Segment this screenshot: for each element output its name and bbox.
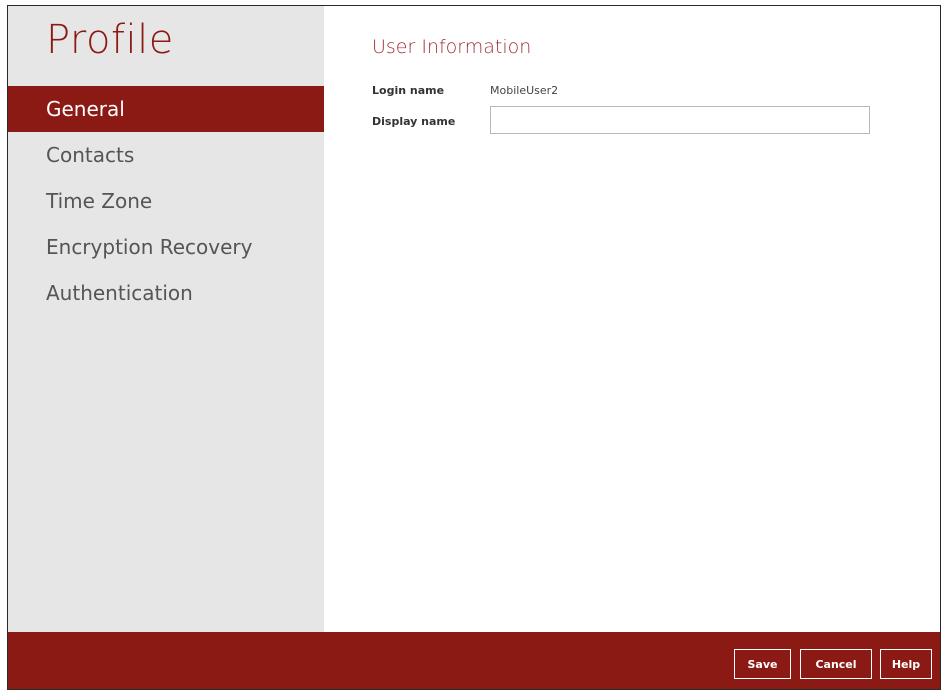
sidebar-item-authentication[interactable]: Authentication [8, 270, 324, 316]
section-title: User Information [372, 36, 532, 58]
sidebar: Profile General Contacts Time Zone Encry… [8, 6, 324, 633]
login-name-value: MobileUser2 [490, 84, 559, 97]
main-panel: User Information Login name MobileUser2 … [324, 6, 940, 633]
sidebar-item-time-zone[interactable]: Time Zone [8, 178, 324, 224]
login-name-label: Login name [372, 84, 445, 97]
footer-bar: Save Cancel Help [8, 632, 940, 689]
save-button[interactable]: Save [734, 649, 791, 679]
display-name-label: Display name [372, 115, 456, 128]
sidebar-title: Profile [46, 17, 174, 63]
sidebar-item-encryption-recovery[interactable]: Encryption Recovery [8, 224, 324, 270]
sidebar-item-contacts[interactable]: Contacts [8, 132, 324, 178]
cancel-button[interactable]: Cancel [800, 649, 872, 679]
help-button[interactable]: Help [880, 649, 932, 679]
display-name-input[interactable] [490, 106, 870, 134]
sidebar-nav: General Contacts Time Zone Encryption Re… [8, 86, 324, 316]
sidebar-item-general[interactable]: General [8, 86, 324, 132]
profile-window: Profile General Contacts Time Zone Encry… [7, 5, 941, 690]
